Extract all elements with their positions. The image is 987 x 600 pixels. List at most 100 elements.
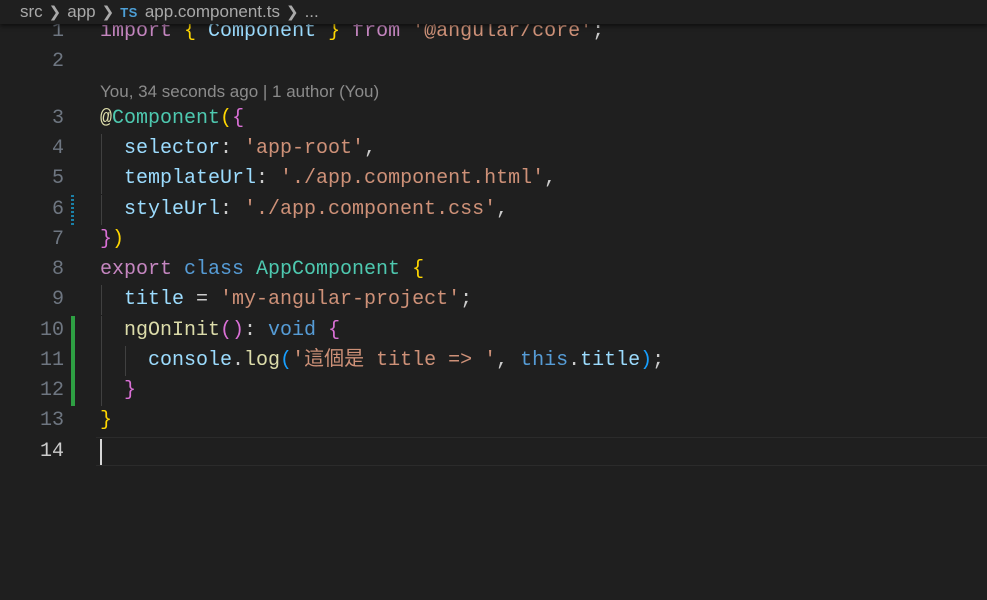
semicolon: ; (652, 349, 665, 372)
comma: , (364, 137, 377, 160)
code-line-14[interactable]: 14 (0, 437, 987, 467)
line-number: 10 (39, 319, 64, 342)
git-added-marker[interactable] (71, 316, 75, 346)
dot: . (568, 349, 581, 372)
keyword-this: this (520, 349, 569, 372)
string-literal: './app.component.css' (244, 198, 497, 221)
chevron-right-icon: ❯ (48, 4, 62, 21)
indent-guide (101, 164, 102, 194)
code-line-2[interactable]: 2 (0, 47, 987, 77)
code-text: } (100, 406, 112, 436)
comma: , (544, 167, 557, 190)
code-text: @Component({ (100, 104, 244, 134)
code-line-13[interactable]: 13 } (0, 406, 987, 436)
chevron-right-icon: ❯ (101, 4, 115, 21)
line-number: 9 (51, 288, 64, 311)
brace: { (316, 319, 341, 342)
dot: . (232, 349, 245, 372)
string-literal: './app.component.html' (280, 167, 545, 190)
typescript-file-icon: TS (120, 4, 138, 20)
colon: : (256, 167, 281, 190)
brace: { (232, 107, 245, 130)
code-line-8[interactable]: 8 export class AppComponent { (0, 255, 987, 285)
keyword-export: export (100, 258, 173, 281)
code-line-12[interactable]: 12 } (0, 376, 987, 406)
object-name: console (148, 349, 233, 372)
paren: ( (280, 349, 293, 372)
code-line-4[interactable]: 4 selector: 'app-root', (0, 134, 987, 164)
indent-guide (101, 285, 102, 315)
indent-guide (101, 316, 102, 346)
indent-guide (101, 376, 102, 406)
breadcrumb-item-app[interactable]: app (67, 2, 95, 22)
code-line-3[interactable]: 3 @Component({ (0, 104, 987, 134)
code-line-6[interactable]: 6 styleUrl: './app.component.css', (0, 195, 987, 225)
property: title (124, 288, 185, 311)
indent-guide (101, 346, 102, 376)
comma: , (496, 349, 521, 372)
line-number: 6 (51, 198, 64, 221)
breadcrumb-item-src[interactable]: src (20, 2, 43, 22)
operator: = (184, 288, 221, 311)
breadcrumb-item-symbols[interactable]: ... (305, 2, 319, 22)
line-number: 2 (51, 50, 64, 73)
code-text: export class AppComponent { (100, 255, 424, 285)
colon: : (244, 319, 269, 342)
semicolon: ; (460, 288, 473, 311)
breadcrumb: src ❯ app ❯ TS app.component.ts ❯ ... (0, 0, 987, 24)
git-modified-marker[interactable] (71, 195, 74, 225)
comma: , (496, 198, 509, 221)
decorator-name: Component (112, 107, 221, 130)
code-line-11[interactable]: 11 console.log('這個是 title => ', this.tit… (0, 346, 987, 376)
code-editor[interactable]: 1 import { Component } from '@angular/co… (0, 0, 987, 600)
brace: { (400, 258, 425, 281)
method-name: ngOnInit (124, 319, 221, 342)
text-cursor (100, 439, 102, 465)
paren: ) (640, 349, 653, 372)
string-literal: '這個是 title => ' (292, 349, 497, 372)
colon: : (220, 198, 245, 221)
code-line-10[interactable]: 10 ngOnInit(): void { (0, 316, 987, 346)
paren: () (220, 319, 245, 342)
line-number: 12 (39, 379, 64, 402)
line-number: 3 (51, 107, 64, 130)
code-text: console.log('這個是 title => ', this.title)… (148, 346, 664, 376)
breadcrumb-item-file[interactable]: app.component.ts (145, 2, 280, 22)
string-literal: 'app-root' (244, 137, 365, 160)
paren: ( (220, 107, 233, 130)
string-literal: 'my-angular-project' (220, 288, 461, 311)
line-number: 8 (51, 258, 64, 281)
class-name: AppComponent (256, 258, 401, 281)
property: templateUrl (124, 167, 257, 190)
method-name: log (244, 349, 281, 372)
code-text: templateUrl: './app.component.html', (124, 164, 556, 194)
property: selector (124, 137, 221, 160)
code-text: title = 'my-angular-project'; (124, 285, 472, 315)
property: title (580, 349, 641, 372)
brace: } (124, 379, 137, 402)
code-line-5[interactable]: 5 templateUrl: './app.component.html', (0, 164, 987, 194)
line-number: 4 (51, 137, 64, 160)
line-number: 14 (39, 440, 64, 463)
codelens-blame[interactable]: You, 34 seconds ago | 1 author (You) (100, 77, 379, 107)
type-keyword: void (268, 319, 317, 342)
paren: ) (112, 228, 125, 251)
code-line-7[interactable]: 7 }) (0, 225, 987, 255)
line-number: 13 (39, 409, 64, 432)
code-line-9[interactable]: 9 title = 'my-angular-project'; (0, 285, 987, 315)
line-number: 11 (39, 349, 64, 372)
code-text: styleUrl: './app.component.css', (124, 195, 508, 225)
git-added-marker[interactable] (71, 346, 75, 376)
indent-guide (101, 195, 102, 225)
git-added-marker[interactable] (71, 376, 75, 406)
indent-guide (101, 134, 102, 164)
keyword-class: class (172, 258, 257, 281)
chevron-right-icon: ❯ (285, 4, 299, 21)
brace: } (100, 228, 113, 251)
line-number: 7 (51, 228, 64, 251)
code-text: } (124, 376, 136, 406)
indent-guide (125, 346, 126, 376)
code-text: }) (100, 225, 124, 255)
code-text: ngOnInit(): void { (124, 316, 340, 346)
line-number: 5 (51, 167, 64, 190)
